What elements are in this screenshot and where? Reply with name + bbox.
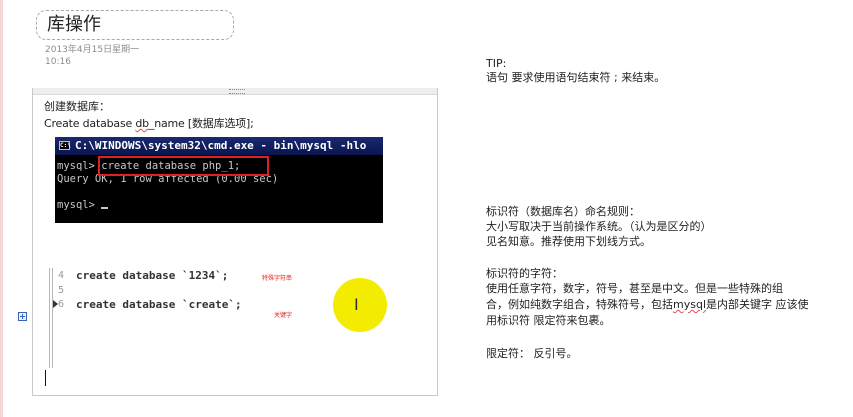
syntax-line: Create database db_name [数据库选项]; bbox=[44, 117, 254, 130]
ibeam-cursor-icon: I bbox=[354, 295, 359, 314]
code-gutter-line-1 bbox=[49, 268, 50, 368]
spellcheck-word: db bbox=[135, 117, 149, 130]
cmd-icon: C:\ bbox=[59, 141, 71, 150]
code-gutter-line-2 bbox=[52, 268, 53, 368]
annotation-keyword: 关键字 bbox=[274, 312, 293, 319]
container-drag-handle[interactable] bbox=[33, 88, 437, 95]
code-line-6: create database `create`; bbox=[76, 298, 242, 311]
cmd-window-screenshot: C:\ C:\WINDOWS\system32\cmd.exe - bin\my… bbox=[55, 137, 383, 223]
text-caret bbox=[45, 370, 46, 386]
tip-label: TIP: bbox=[486, 57, 507, 70]
chars-line-1: 使用任意字符，数字，符号，甚至是中文。但是一些特殊的组 bbox=[486, 282, 783, 295]
rules-title: 标识符（数据库名）命名规则： bbox=[486, 205, 640, 218]
grip-icon bbox=[229, 89, 245, 94]
tip-text: 语句 要求使用语句结束符 ; 来结束。 bbox=[486, 71, 666, 84]
mouse-highlight-circle bbox=[333, 278, 387, 332]
command-highlight-box bbox=[98, 156, 269, 176]
rule-1: 大小写取决于当前操作系统。（认为是区分的） bbox=[486, 220, 712, 233]
code-line-4: create database `1234`; bbox=[76, 269, 229, 282]
chars-line-3: 用标识符 限定符来包裹。 bbox=[486, 314, 611, 327]
left-margin-rule bbox=[0, 0, 3, 417]
spellcheck-word: mysql bbox=[673, 298, 706, 311]
delimiter-note: 限定符： 反引号。 bbox=[486, 347, 578, 360]
cmd-line-3 bbox=[55, 186, 383, 199]
section-heading: 创建数据库： bbox=[44, 100, 110, 113]
expand-icon[interactable] bbox=[18, 312, 27, 321]
line-number-6: 6 bbox=[58, 299, 65, 310]
cmd-line-4: mysql> bbox=[55, 199, 383, 212]
page-time: 10:16 bbox=[45, 57, 71, 67]
rule-2: 见名知意。推荐使用下划线方式。 bbox=[486, 235, 651, 248]
chars-title: 标识符的字符： bbox=[486, 267, 563, 280]
line-number-5: 5 bbox=[58, 285, 65, 296]
cmd-titlebar: C:\ C:\WINDOWS\system32\cmd.exe - bin\my… bbox=[55, 137, 383, 155]
page-title[interactable]: 库操作 bbox=[36, 10, 234, 40]
line-number-4: 4 bbox=[58, 270, 65, 281]
chars-line-2: 合，例如纯数字组合，特殊符号，包括mysql是内部关键字 应该使 bbox=[486, 298, 809, 311]
annotation-special-string: 特殊字符串 bbox=[262, 275, 293, 282]
cmd-cursor bbox=[101, 207, 109, 209]
page-date: 2013年4月15日星期一 bbox=[45, 45, 140, 55]
note-container[interactable] bbox=[32, 88, 438, 396]
cmd-title: C:\WINDOWS\system32\cmd.exe - bin\mysql … bbox=[75, 139, 367, 152]
